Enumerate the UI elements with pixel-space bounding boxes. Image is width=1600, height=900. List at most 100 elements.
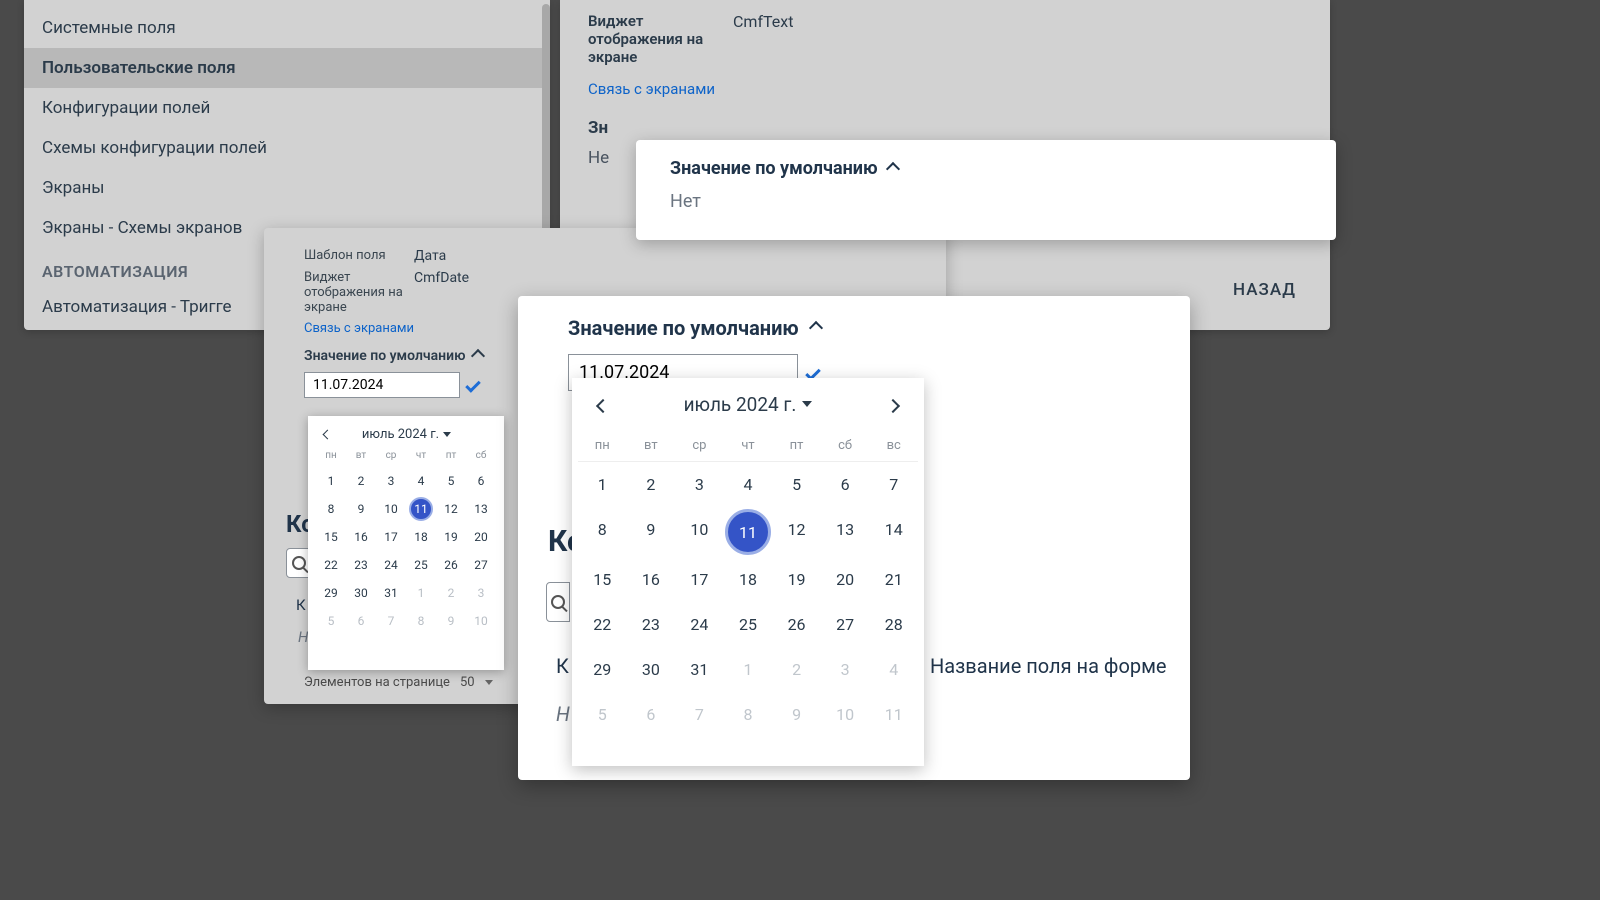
cal-sm-prev[interactable] (320, 426, 335, 442)
cal-day[interactable]: 22 (316, 551, 346, 579)
cal-day[interactable]: 31 (675, 647, 724, 692)
big-default-title[interactable]: Значение по умолчанию (568, 316, 1140, 340)
cal-day[interactable]: 1 (724, 647, 773, 692)
sidebar-item-system-fields[interactable]: Системные поля (24, 8, 550, 48)
cal-day[interactable]: 2 (346, 467, 376, 495)
cal-day[interactable]: 14 (869, 507, 918, 557)
cal-day[interactable]: 16 (627, 557, 676, 602)
date-input-sm[interactable] (304, 372, 460, 398)
cal-day[interactable]: 22 (578, 602, 627, 647)
cal-dow: вт (346, 444, 376, 467)
cal-day[interactable]: 24 (675, 602, 724, 647)
cal-day[interactable]: 2 (627, 462, 676, 507)
cal-day[interactable]: 3 (376, 467, 406, 495)
cal-day[interactable]: 13 (821, 507, 870, 557)
cal-day[interactable]: 3 (821, 647, 870, 692)
cal-day[interactable]: 9 (436, 607, 466, 635)
cal-day[interactable]: 8 (406, 607, 436, 635)
cal-day[interactable]: 24 (376, 551, 406, 579)
cal-day[interactable]: 4 (724, 462, 773, 507)
cal-day[interactable]: 7 (869, 462, 918, 507)
cal-day[interactable]: 30 (627, 647, 676, 692)
cal-day[interactable]: 30 (346, 579, 376, 607)
cal-day[interactable]: 26 (436, 551, 466, 579)
cal-day[interactable]: 4 (406, 467, 436, 495)
sidebar-item-screens[interactable]: Экраны (24, 168, 550, 208)
cal-day[interactable]: 12 (772, 507, 821, 557)
cal-day[interactable]: 2 (436, 579, 466, 607)
cal-day[interactable]: 19 (772, 557, 821, 602)
popup-title[interactable]: Значение по умолчанию (670, 158, 1302, 179)
cal-day[interactable]: 5 (578, 692, 627, 737)
cal-day[interactable]: 15 (578, 557, 627, 602)
sidebar-item-user-fields[interactable]: Пользовательские поля (24, 48, 550, 88)
cal-day[interactable]: 9 (627, 507, 676, 557)
cal-day[interactable]: 1 (316, 467, 346, 495)
cal-day[interactable]: 3 (675, 462, 724, 507)
screens-link[interactable]: Связь с экранами (588, 80, 1302, 98)
cal-day[interactable]: 31 (376, 579, 406, 607)
cal-day[interactable]: 20 (821, 557, 870, 602)
cal-day[interactable]: 8 (316, 495, 346, 523)
per-page-value[interactable]: 50 (460, 675, 475, 690)
cal-day[interactable]: 20 (466, 523, 496, 551)
cal-day[interactable]: 26 (772, 602, 821, 647)
cal-day[interactable]: 8 (724, 692, 773, 737)
cal-day[interactable]: 12 (436, 495, 466, 523)
cal-day[interactable]: 13 (466, 495, 496, 523)
cal-day[interactable]: 10 (466, 607, 496, 635)
cal-day[interactable]: 27 (821, 602, 870, 647)
cal-day[interactable]: 28 (869, 602, 918, 647)
cal-day[interactable]: 25 (406, 551, 436, 579)
cal-day[interactable]: 10 (675, 507, 724, 557)
cal-day[interactable]: 5 (316, 607, 346, 635)
cal-day[interactable]: 11 (409, 497, 433, 521)
cal-day[interactable]: 1 (406, 579, 436, 607)
cal-day[interactable]: 15 (316, 523, 346, 551)
cal-day[interactable]: 11 (725, 509, 771, 555)
cal-day[interactable]: 5 (772, 462, 821, 507)
cal-day[interactable]: 18 (406, 523, 436, 551)
cal-day[interactable]: 7 (376, 607, 406, 635)
cal-day[interactable]: 11 (869, 692, 918, 737)
cal-dow: ср (675, 430, 724, 462)
chevron-left-icon (596, 399, 610, 413)
cal-lg-next[interactable] (882, 392, 904, 416)
cal-day[interactable]: 21 (869, 557, 918, 602)
cal-day[interactable]: 8 (578, 507, 627, 557)
cal-day[interactable]: 18 (724, 557, 773, 602)
cal-day[interactable]: 19 (436, 523, 466, 551)
cal-lg-title[interactable]: июль 2024 г. (684, 393, 813, 416)
confirm-date-icon[interactable] (465, 377, 481, 393)
cal-day[interactable]: 6 (821, 462, 870, 507)
cal-day[interactable]: 6 (466, 467, 496, 495)
search-box-big[interactable] (546, 582, 570, 622)
cal-day[interactable]: 23 (627, 602, 676, 647)
cal-day[interactable]: 16 (346, 523, 376, 551)
cal-day[interactable]: 3 (466, 579, 496, 607)
cal-day[interactable]: 9 (346, 495, 376, 523)
cal-day[interactable]: 10 (376, 495, 406, 523)
cal-day[interactable]: 25 (724, 602, 773, 647)
dropdown-icon[interactable] (485, 680, 493, 685)
cal-lg-prev[interactable] (592, 392, 614, 416)
cal-day[interactable]: 10 (821, 692, 870, 737)
cal-day[interactable]: 23 (346, 551, 376, 579)
cal-day[interactable]: 29 (316, 579, 346, 607)
back-button[interactable]: НАЗАД (1233, 280, 1296, 300)
cal-day[interactable]: 6 (346, 607, 376, 635)
cal-day[interactable]: 2 (772, 647, 821, 692)
cal-sm-title[interactable]: июль 2024 г. (362, 427, 451, 442)
cal-day[interactable]: 29 (578, 647, 627, 692)
cal-day[interactable]: 6 (627, 692, 676, 737)
cal-day[interactable]: 27 (466, 551, 496, 579)
cal-day[interactable]: 17 (675, 557, 724, 602)
cal-day[interactable]: 1 (578, 462, 627, 507)
cal-day[interactable]: 4 (869, 647, 918, 692)
cal-day[interactable]: 9 (772, 692, 821, 737)
sidebar-item-config-schemes[interactable]: Схемы конфигурации полей (24, 128, 550, 168)
cal-day[interactable]: 7 (675, 692, 724, 737)
cal-day[interactable]: 5 (436, 467, 466, 495)
cal-day[interactable]: 17 (376, 523, 406, 551)
sidebar-item-field-configs[interactable]: Конфигурации полей (24, 88, 550, 128)
